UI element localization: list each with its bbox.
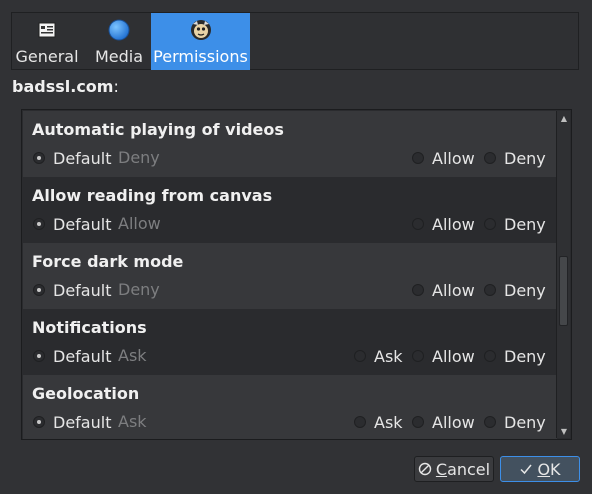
radio-allow[interactable]: Allow — [412, 213, 475, 235]
default-value: Ask — [118, 346, 147, 365]
radio-allow[interactable]: Allow — [412, 345, 475, 367]
radio-label: Default — [53, 412, 112, 432]
tab-general-label: General — [15, 47, 79, 66]
radio-label: Ask — [374, 346, 403, 366]
radio-label: Deny — [504, 346, 546, 366]
tab-permissions-label: Permissions — [153, 47, 248, 66]
cancel-label: Cancel — [435, 459, 491, 479]
radio-label: Allow — [432, 346, 475, 366]
permission-title: Geolocation — [32, 384, 140, 403]
radio-allow[interactable]: Allow — [412, 279, 475, 301]
general-page-icon — [36, 19, 58, 41]
radio-button-icon[interactable] — [33, 416, 45, 428]
radio-button-icon[interactable] — [33, 284, 45, 296]
scroll-up-icon[interactable]: ▲ — [559, 113, 569, 123]
radio-default[interactable]: Default — [33, 411, 111, 433]
radio-button-icon[interactable] — [484, 350, 496, 362]
scrollbar-thumb[interactable] — [559, 256, 568, 326]
cancel-circle-icon — [418, 462, 432, 476]
radio-default[interactable]: Default — [33, 345, 111, 367]
site-domain: badssl.com — [12, 77, 114, 96]
radio-label: Deny — [504, 214, 546, 234]
permission-item: Allow reading from canvas Default Allow … — [23, 177, 557, 243]
radio-deny[interactable]: Deny — [484, 411, 546, 433]
default-value: Deny — [118, 148, 160, 167]
permission-options: Default Deny Allow Deny — [23, 147, 557, 169]
radio-label: Deny — [504, 148, 546, 168]
radio-label: Allow — [432, 148, 475, 168]
radio-label: Allow — [432, 214, 475, 234]
site-domain-colon: : — [113, 77, 119, 96]
radio-button-icon[interactable] — [484, 416, 496, 428]
radio-button-icon[interactable] — [33, 152, 45, 164]
radio-button-icon[interactable] — [33, 350, 45, 362]
radio-button-icon[interactable] — [412, 416, 424, 428]
radio-label: Default — [53, 280, 112, 300]
radio-label: Ask — [374, 412, 403, 432]
radio-ask[interactable]: Ask — [354, 411, 403, 433]
radio-button-icon[interactable] — [412, 218, 424, 230]
radio-label: Allow — [432, 412, 475, 432]
radio-button-icon[interactable] — [354, 350, 366, 362]
permission-item: Automatic playing of videos Default Deny… — [23, 111, 557, 177]
radio-ask[interactable]: Ask — [354, 345, 403, 367]
permission-options: Default Deny Allow Deny — [23, 279, 557, 301]
radio-label: Deny — [504, 412, 546, 432]
permission-item: Force dark mode Default Deny Allow Deny — [23, 243, 557, 309]
tab-general[interactable]: General — [12, 13, 82, 70]
tab-media[interactable]: Media — [86, 13, 152, 70]
permission-item: Notifications Default Ask Ask Allow Deny — [23, 309, 557, 375]
radio-deny[interactable]: Deny — [484, 213, 546, 235]
tab-permissions[interactable]: Permissions — [151, 13, 250, 70]
radio-button-icon[interactable] — [412, 284, 424, 296]
radio-deny[interactable]: Deny — [484, 279, 546, 301]
tab-bar: General Media Permissions — [11, 12, 579, 70]
radio-button-icon[interactable] — [412, 350, 424, 362]
permission-title: Notifications — [32, 318, 147, 337]
radio-default[interactable]: Default — [33, 279, 111, 301]
radio-label: Default — [53, 214, 112, 234]
radio-default[interactable]: Default — [33, 147, 111, 169]
ok-label: OK — [537, 459, 561, 479]
permission-title: Automatic playing of videos — [32, 120, 284, 139]
radio-allow[interactable]: Allow — [412, 147, 475, 169]
radio-label: Deny — [504, 280, 546, 300]
radio-button-icon[interactable] — [484, 218, 496, 230]
ok-button[interactable]: OK — [500, 456, 580, 482]
radio-deny[interactable]: Deny — [484, 147, 546, 169]
radio-button-icon[interactable] — [354, 416, 366, 428]
permission-title: Force dark mode — [32, 252, 184, 271]
permission-title: Allow reading from canvas — [32, 186, 273, 205]
radio-label: Default — [53, 346, 112, 366]
vertical-scrollbar[interactable]: ▲ ▼ — [556, 111, 570, 438]
radio-button-icon[interactable] — [412, 152, 424, 164]
media-globe-icon — [108, 19, 130, 41]
radio-label: Allow — [432, 280, 475, 300]
site-domain-heading: badssl.com: — [12, 77, 119, 96]
radio-default[interactable]: Default — [33, 213, 111, 235]
radio-label: Default — [53, 148, 112, 168]
radio-button-icon[interactable] — [33, 218, 45, 230]
radio-allow[interactable]: Allow — [412, 411, 475, 433]
default-value: Allow — [118, 214, 161, 233]
permission-options: Default Ask Ask Allow Deny — [23, 345, 557, 367]
permissions-list: Automatic playing of videos Default Deny… — [23, 111, 557, 439]
permissions-list-frame: Automatic playing of videos Default Deny… — [21, 109, 572, 440]
scroll-down-icon[interactable]: ▼ — [559, 426, 569, 436]
cancel-button[interactable]: Cancel — [414, 456, 494, 482]
radio-button-icon[interactable] — [484, 152, 496, 164]
radio-button-icon[interactable] — [484, 284, 496, 296]
radio-deny[interactable]: Deny — [484, 345, 546, 367]
permission-options: Default Ask Ask Allow Deny — [23, 411, 557, 433]
permission-item: Geolocation Default Ask Ask Allow Deny — [23, 375, 557, 439]
checkmark-icon — [519, 462, 533, 476]
permissions-mascot-icon — [190, 19, 212, 41]
default-value: Ask — [118, 412, 147, 431]
tab-media-label: Media — [94, 47, 144, 66]
permission-options: Default Allow Allow Deny — [23, 213, 557, 235]
default-value: Deny — [118, 280, 160, 299]
